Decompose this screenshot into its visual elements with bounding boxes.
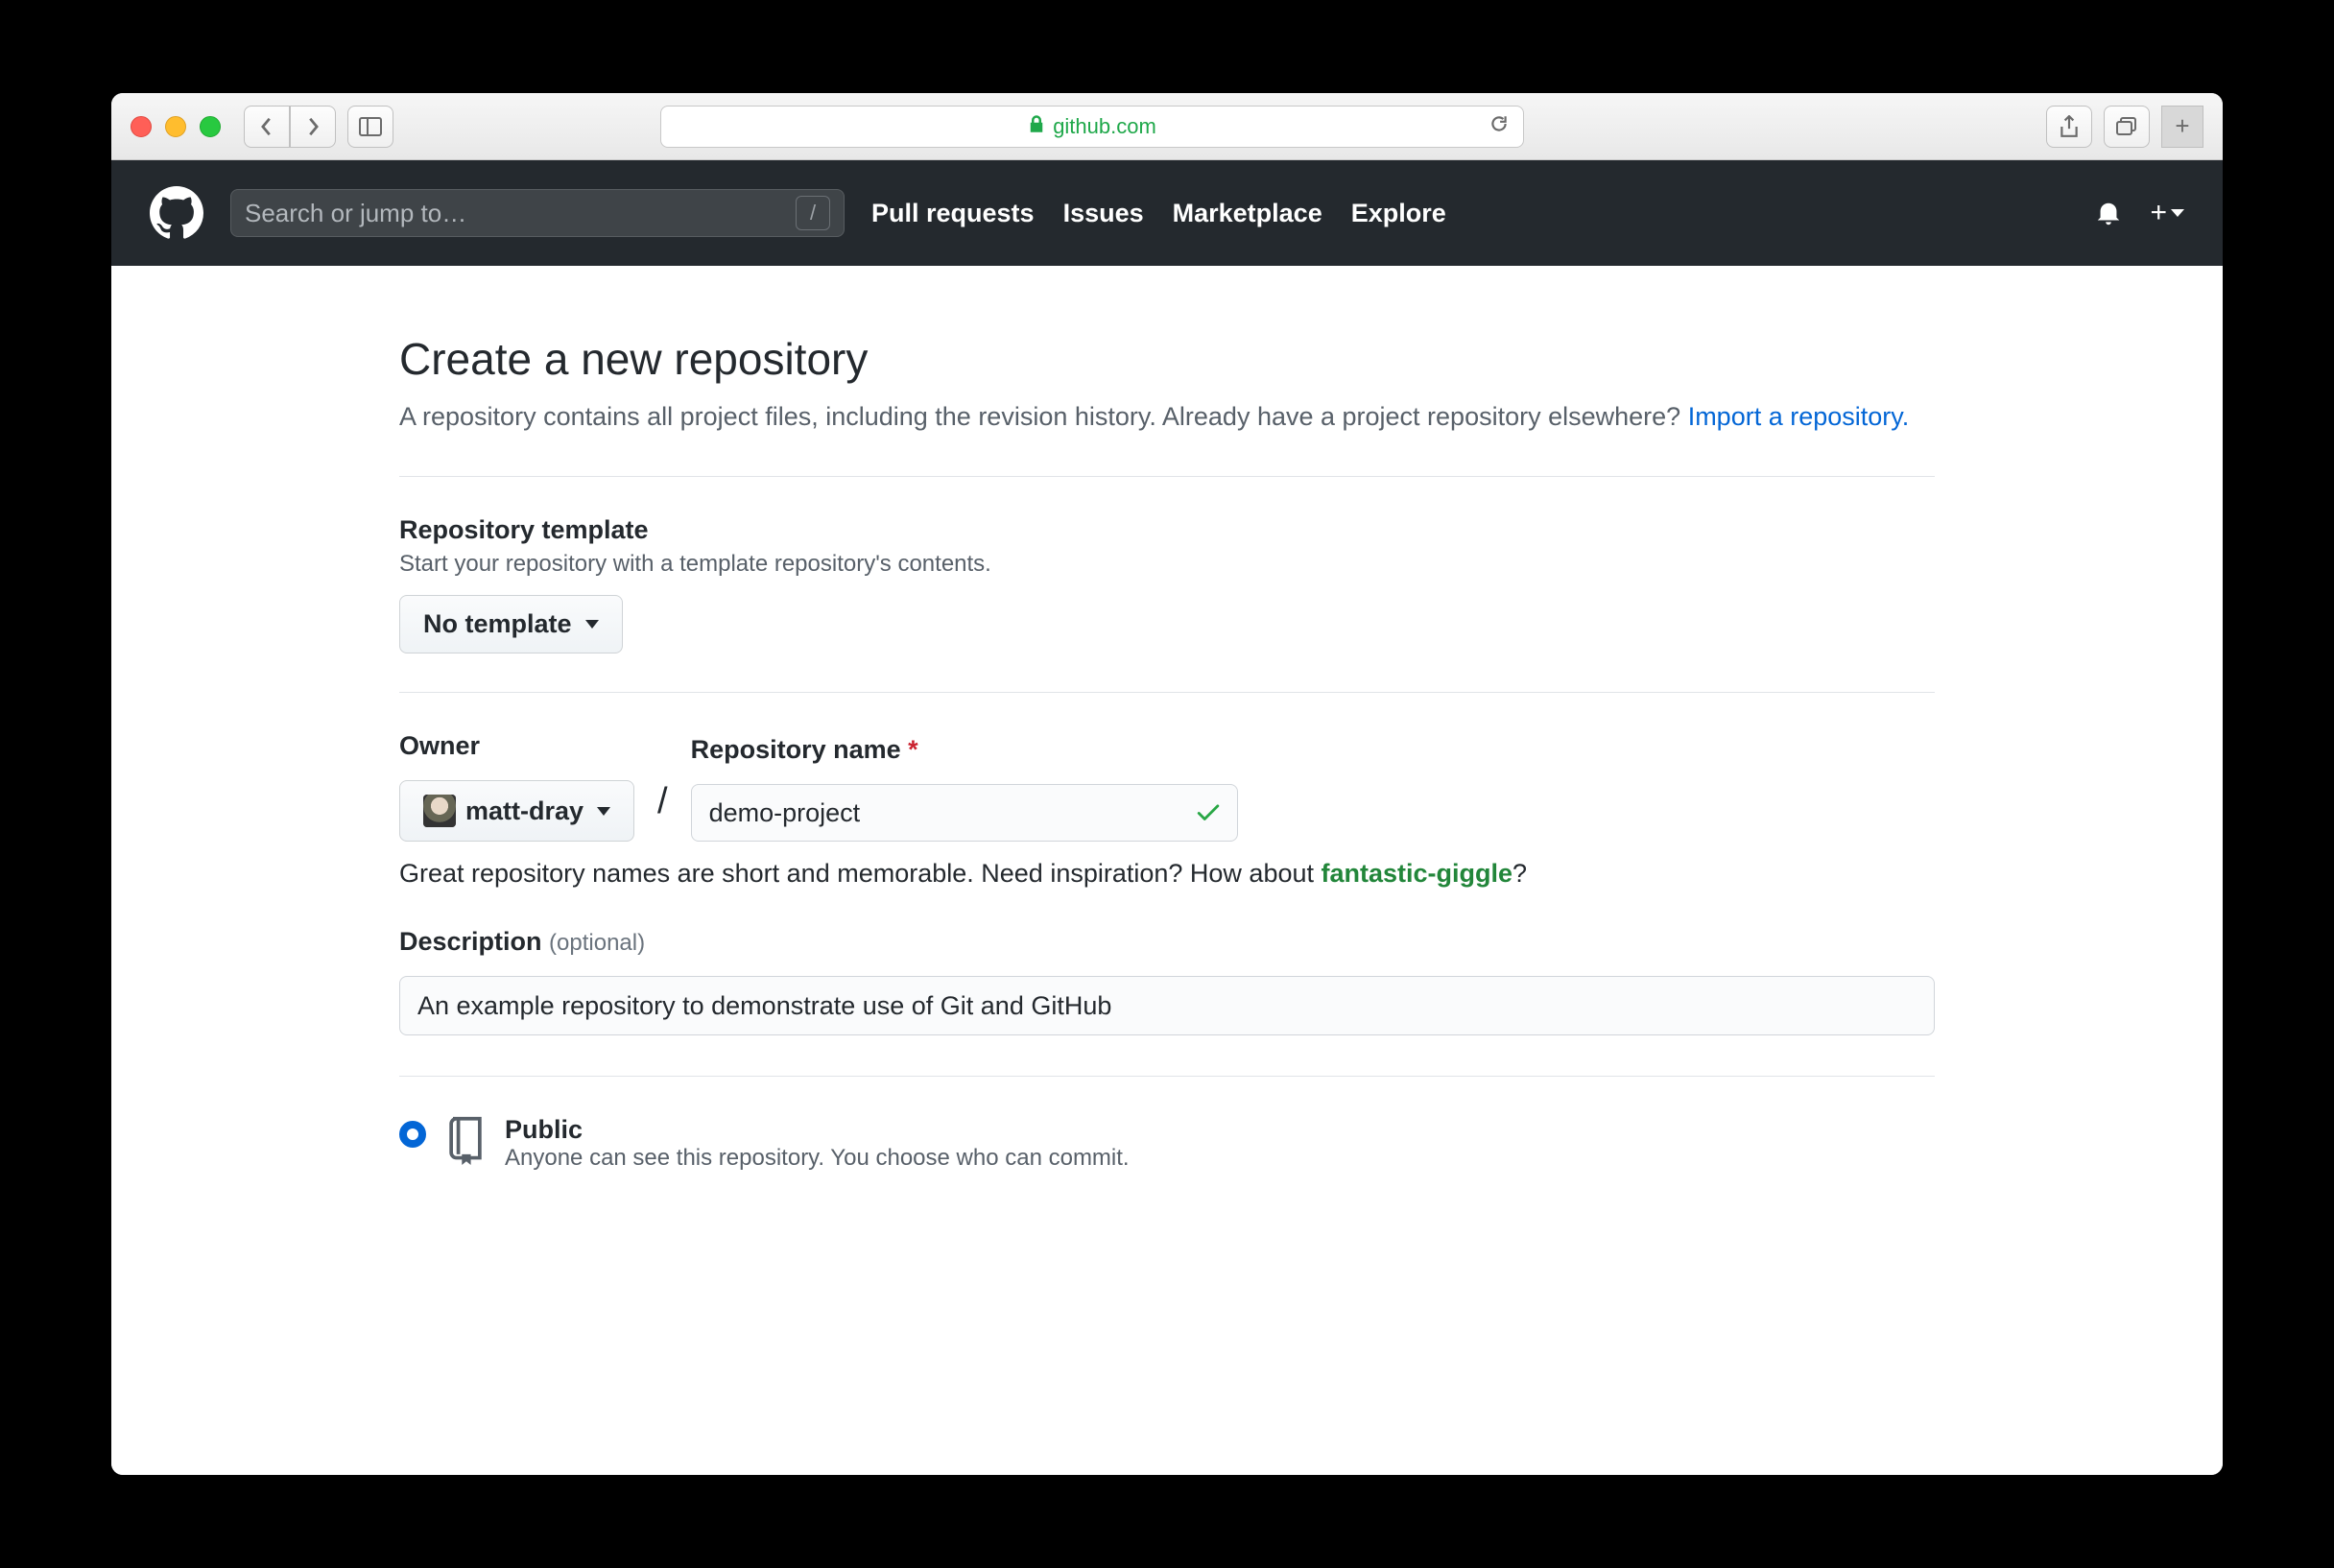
template-value: No template: [423, 609, 572, 639]
required-asterisk: *: [908, 735, 918, 764]
create-new-menu[interactable]: +: [2150, 197, 2184, 229]
chevron-down-icon: [585, 620, 599, 629]
nav-explore[interactable]: Explore: [1351, 199, 1446, 228]
notifications-icon[interactable]: [2094, 199, 2123, 227]
chevron-down-icon: [2171, 209, 2184, 217]
page-content: Create a new repository A repository con…: [111, 266, 2223, 1475]
owner-label: Owner: [399, 731, 634, 761]
nav-pull-requests[interactable]: Pull requests: [871, 199, 1035, 228]
avatar: [423, 795, 456, 827]
import-repository-link[interactable]: Import a repository.: [1688, 402, 1910, 431]
primary-nav: Pull requests Issues Marketplace Explore: [871, 199, 1446, 228]
github-header: Search or jump to… / Pull requests Issue…: [111, 160, 2223, 266]
visibility-public-option[interactable]: Public Anyone can see this repository. Y…: [399, 1115, 1935, 1172]
page-title: Create a new repository: [399, 333, 1935, 385]
template-select[interactable]: No template: [399, 595, 623, 653]
visibility-title: Public: [505, 1115, 1130, 1145]
nav-marketplace[interactable]: Marketplace: [1173, 199, 1322, 228]
reponame-label: Repository name *: [691, 735, 1238, 765]
template-hint: Start your repository with a template re…: [399, 551, 1935, 578]
search-placeholder: Search or jump to…: [245, 199, 466, 228]
search-input[interactable]: Search or jump to… /: [230, 189, 845, 237]
window-controls: [131, 116, 221, 137]
chevron-down-icon: [597, 807, 610, 816]
visibility-subtitle: Anyone can see this repository. You choo…: [505, 1145, 1130, 1172]
tabs-button[interactable]: [2104, 106, 2150, 148]
owner-value: matt-dray: [465, 796, 584, 826]
divider: [399, 692, 1935, 693]
divider: [399, 476, 1935, 477]
sidebar-toggle-button[interactable]: [347, 106, 393, 148]
browser-window: github.com + Search or jump to… / Pull r…: [111, 93, 2223, 1475]
plus-icon: +: [2150, 197, 2167, 229]
name-suggestion-link[interactable]: fantastic-giggle: [1322, 859, 1513, 888]
address-domain: github.com: [1053, 114, 1156, 139]
divider: [399, 1076, 1935, 1077]
share-button[interactable]: [2046, 106, 2092, 148]
description-input[interactable]: [399, 976, 1935, 1035]
name-tip: Great repository names are short and mem…: [399, 859, 1935, 889]
owner-select[interactable]: matt-dray: [399, 780, 634, 842]
lock-icon: [1028, 114, 1045, 139]
owner-repo-separator: /: [657, 781, 668, 842]
description-label: Description (optional): [399, 927, 1935, 957]
github-logo-icon[interactable]: [150, 186, 203, 240]
close-window-button[interactable]: [131, 116, 152, 137]
repository-name-input[interactable]: [691, 784, 1238, 842]
template-label: Repository template: [399, 515, 1935, 545]
new-tab-button[interactable]: +: [2161, 106, 2203, 148]
forward-button[interactable]: [290, 106, 336, 148]
nav-issues[interactable]: Issues: [1063, 199, 1144, 228]
repo-icon: [443, 1115, 488, 1165]
check-icon: [1194, 797, 1223, 831]
radio-selected-icon: [399, 1121, 426, 1148]
page-subtitle: A repository contains all project files,…: [399, 396, 1935, 438]
fullscreen-window-button[interactable]: [200, 116, 221, 137]
minimize-window-button[interactable]: [165, 116, 186, 137]
address-bar[interactable]: github.com: [660, 106, 1524, 148]
safari-toolbar: github.com +: [111, 93, 2223, 160]
slash-key-hint: /: [796, 196, 830, 230]
reload-icon[interactable]: [1489, 113, 1510, 140]
back-button[interactable]: [244, 106, 290, 148]
